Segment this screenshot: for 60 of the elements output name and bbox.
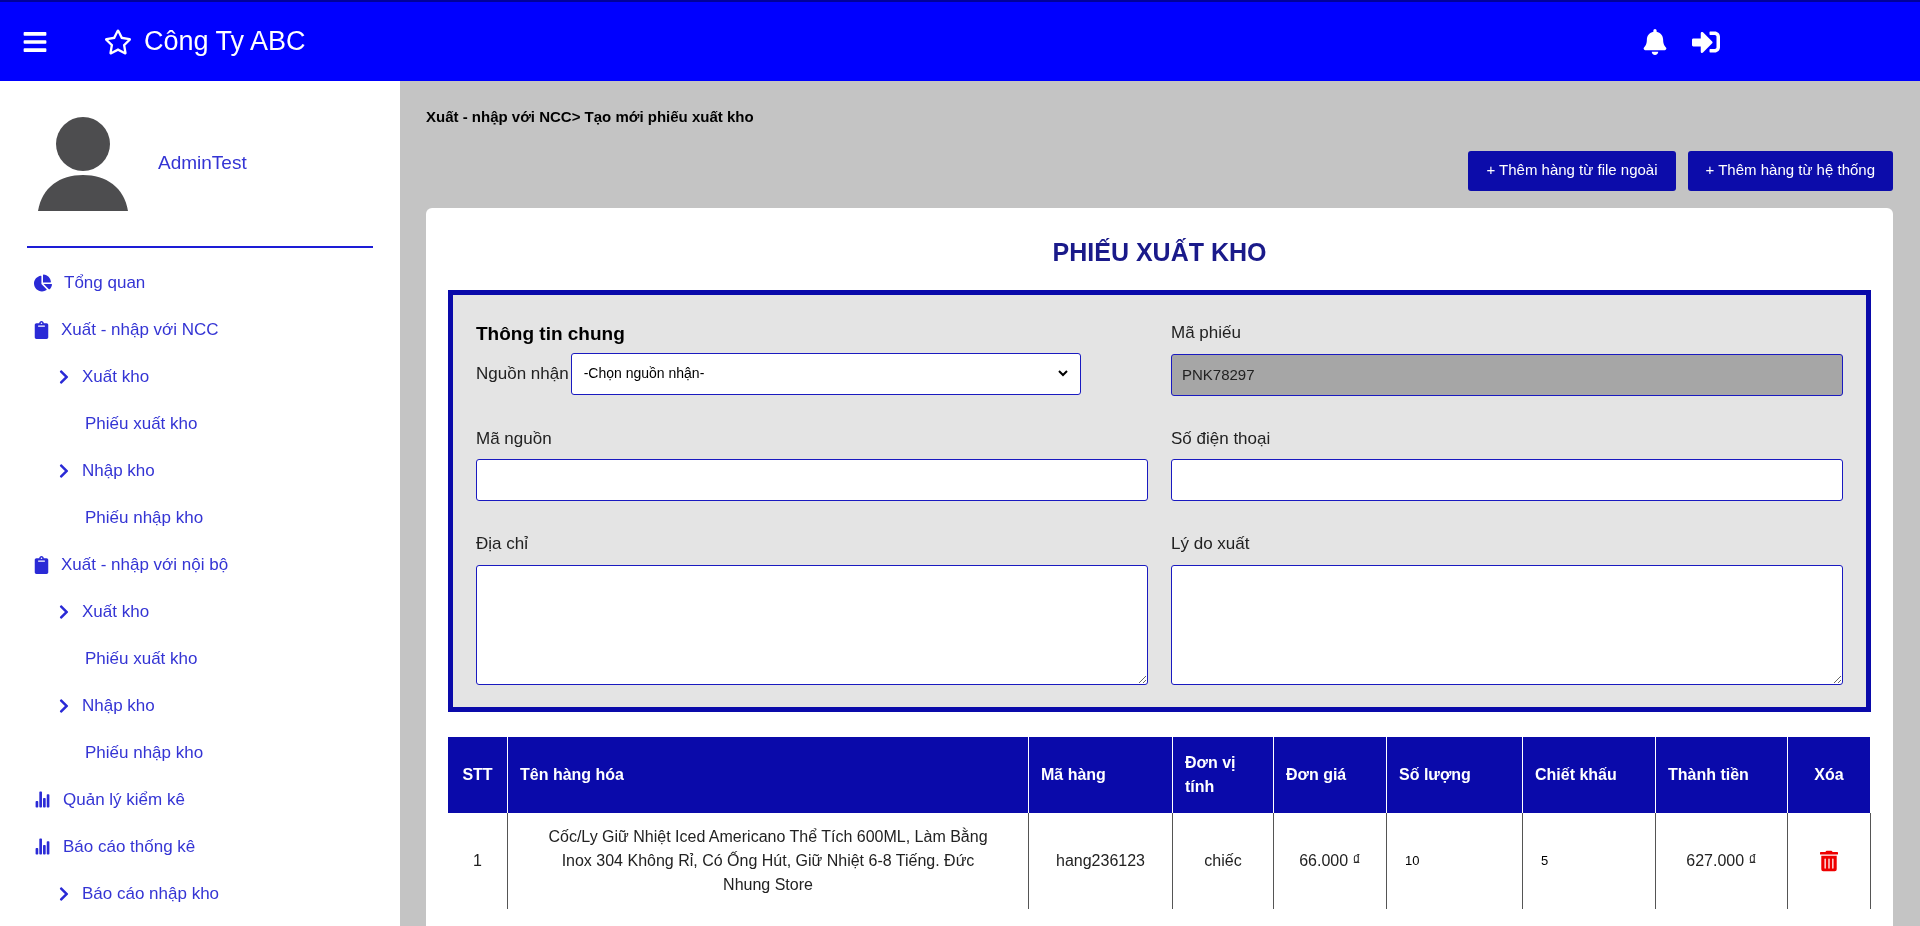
section-title: Thông tin chung: [476, 322, 626, 346]
column-header: Đơn giá: [1286, 764, 1347, 785]
table-cell-text: hang236123: [1056, 850, 1145, 871]
field-label: Địa chỉ: [476, 533, 529, 555]
table-cell-text: 627.000 ₫: [1686, 850, 1757, 871]
input-field[interactable]: [476, 459, 1148, 501]
sidebar-item[interactable]: Nhập kho: [82, 457, 155, 484]
chevron-icon: [58, 697, 70, 714]
sidebar-item[interactable]: Nhập kho: [82, 692, 155, 719]
column-header: Chiết khấu: [1535, 764, 1617, 785]
form-title: PHIẾU XUẤT KHO: [1051, 236, 1268, 268]
chevron-icon: [58, 368, 70, 385]
input-field[interactable]: [1171, 459, 1843, 501]
pie-chart-icon: [34, 273, 52, 292]
table-cell-text: 66.000 ₫: [1299, 850, 1361, 871]
dropdown-caret-icon: [1057, 370, 1068, 377]
sidebar-item[interactable]: Xuất - nhập với NCC: [61, 316, 219, 343]
table-cell-text: chiếc: [1204, 850, 1242, 871]
sidebar-item[interactable]: Báo cáo thống kê: [63, 833, 196, 860]
breadcrumb: Xuất - nhập với NCC> Tạo mới phiếu xuất kho: [426, 107, 755, 127]
delete-icon[interactable]: [1820, 849, 1838, 872]
bar-chart-icon: [34, 838, 51, 855]
column-header: Xóa: [1814, 764, 1844, 785]
sidebar-item[interactable]: Báo cáo nhập kho: [82, 880, 220, 907]
table-cell-text: Cốc/Ly Giữ Nhiệt Iced Americano Thể Tích 600ML, Làm Bằng Inox 304 Không Rỉ, Có Ống Hút, Giữ Nhiệt 6-8 Tiếng. Đức Nhung Store: [547, 826, 989, 895]
chevron-icon: [58, 462, 70, 479]
column-header: Đơn vị tính: [1185, 752, 1237, 797]
source-select[interactable]: -Chọn nguồn nhận-: [570, 352, 1081, 395]
sidebar-item[interactable]: Xuất kho: [82, 363, 150, 390]
field-label: Mã nguồn: [476, 427, 553, 450]
column-header: Mã hàng: [1041, 764, 1106, 785]
sidebar-item[interactable]: Phiếu xuất kho: [85, 645, 198, 672]
field-label: Số điện thoại: [1171, 427, 1272, 450]
field-label: Nguồn nhận: [476, 362, 569, 385]
field-label: Lý do xuất: [1171, 533, 1251, 555]
user-name: AdminTest: [158, 151, 247, 176]
sidebar-item[interactable]: Quản lý kiểm kê: [63, 786, 185, 813]
column-header: Thành tiền: [1668, 764, 1749, 785]
column-header: Tên hàng hóa: [520, 764, 624, 785]
add-items-button[interactable]: + Thêm hàng từ file ngoài: [1468, 150, 1676, 191]
clipboard-icon: [34, 320, 49, 339]
column-header: Số lượng: [1399, 764, 1471, 785]
column-header: STT: [462, 764, 493, 785]
sidebar-item[interactable]: Phiếu nhập kho: [85, 504, 204, 531]
table-cell-text: 1: [473, 850, 482, 871]
star-icon: [104, 27, 132, 56]
avatar-icon: [38, 116, 128, 211]
chevron-icon: [58, 603, 70, 620]
sidebar-item[interactable]: Phiếu xuất kho: [85, 410, 198, 437]
add-items-button[interactable]: + Thêm hàng từ hệ thống: [1687, 150, 1893, 191]
sidebar-item[interactable]: Xuất - nhập với nội bộ: [61, 551, 229, 578]
bar-chart-icon: [34, 791, 51, 808]
sidebar-item[interactable]: Phiếu nhập kho: [85, 739, 204, 766]
sidebar-item[interactable]: Tổng quan: [64, 269, 146, 296]
company-title: Công Ty ABC: [144, 25, 306, 59]
field-label: Mã phiếu: [1171, 322, 1242, 344]
chevron-icon: [58, 885, 70, 902]
clipboard-icon: [34, 555, 49, 574]
bell-icon[interactable]: [1642, 28, 1668, 55]
sidebar-item[interactable]: Xuất kho: [82, 598, 150, 625]
